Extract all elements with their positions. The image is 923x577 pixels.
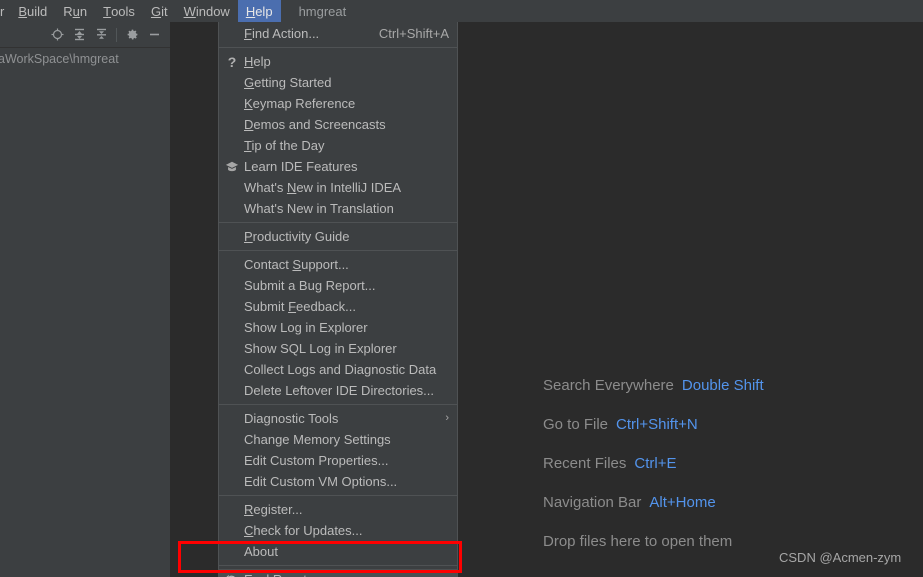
menu-item-show-sql-log-in-explorer[interactable]: Show SQL Log in Explorer <box>219 338 457 359</box>
menu-item-label: Edit Custom Properties... <box>244 453 389 468</box>
menu-item-label: Find Action... <box>244 26 320 41</box>
menu-item-change-memory-settings[interactable]: Change Memory Settings <box>219 429 457 450</box>
menu-item-label: What's New in IntelliJ IDEA <box>244 180 402 195</box>
menubar-item-tools[interactable]: Tools <box>95 0 143 22</box>
menubar-item-build[interactable]: Build <box>10 0 55 22</box>
locate-icon[interactable] <box>47 25 67 45</box>
menu-item-collect-logs-and-diagnostic-data[interactable]: Collect Logs and Diagnostic Data <box>219 359 457 380</box>
menu-item-label: Collect Logs and Diagnostic Data <box>244 362 437 377</box>
menu-item-label: Submit Feedback... <box>244 299 357 314</box>
hide-icon[interactable] <box>144 25 164 45</box>
menu-separator <box>219 222 457 223</box>
menu-item-what-s-new-in-intellij-idea[interactable]: What's New in IntelliJ IDEA <box>219 177 457 198</box>
menu-item-about[interactable]: About <box>219 541 457 562</box>
menu-item-label: Show Log in Explorer <box>244 320 368 335</box>
menu-item-label: What's New in Translation <box>244 201 394 216</box>
menu-separator <box>219 495 457 496</box>
project-name-label: hmgreat <box>298 3 347 19</box>
menu-separator <box>219 565 457 566</box>
hint-label: Drop files here to open them <box>543 533 733 550</box>
menubar-item-help[interactable]: Help <box>237 0 281 22</box>
menu-item-label: Show SQL Log in Explorer <box>244 341 397 356</box>
project-tool-window: aWorkSpace\hmgreat <box>0 22 170 577</box>
menu-item-find-action[interactable]: Find Action... Ctrl+Shift+A <box>219 23 457 44</box>
menu-item-learn-ide-features[interactable]: Learn IDE Features <box>219 156 457 177</box>
menu-item-keymap-reference[interactable]: Keymap Reference <box>219 93 457 114</box>
hint-label: Go to File <box>543 416 609 433</box>
question-mark-icon: ? <box>227 53 237 70</box>
hint-shortcut: Alt+Home <box>649 494 716 511</box>
shortcut-hints-panel: Search Everywhere Double Shift Go to File C… <box>543 366 923 561</box>
project-path-label: aWorkSpace\hmgreat <box>0 52 119 66</box>
hint-label: Recent Files <box>543 455 627 472</box>
menu-item-label: Submit a Bug Report... <box>244 278 376 293</box>
hint-label: Navigation Bar <box>543 494 642 511</box>
hint-shortcut: Double Shift <box>681 377 764 394</box>
menu-item-register[interactable]: Register... <box>219 499 457 520</box>
menubar-item-window[interactable]: Window <box>176 0 238 22</box>
reset-arrow-icon <box>224 569 240 577</box>
menu-item-demos-and-screencasts[interactable]: Demos and Screencasts <box>219 114 457 135</box>
help-dropdown-menu: Find Action... Ctrl+Shift+A? Help Getting S… <box>218 22 458 577</box>
toolbar-divider <box>116 27 117 42</box>
gear-icon[interactable] <box>122 25 142 45</box>
hint-row-recent-files: Recent Files Ctrl+E <box>543 444 923 483</box>
menu-item-submit-feedback[interactable]: Submit Feedback... <box>219 296 457 317</box>
ide-window: aWorkSpace\hmgreat r Build Run Tools Git… <box>0 0 923 577</box>
menu-item-label: Getting Started <box>244 75 332 90</box>
menu-bar: r Build Run Tools Git Window Help hmgrea… <box>0 0 923 22</box>
menu-item-label: Tip of the Day <box>244 138 325 153</box>
hint-shortcut: Ctrl+Shift+N <box>616 416 698 433</box>
hint-row-search-everywhere: Search Everywhere Double Shift <box>543 366 923 405</box>
menu-item-label: Contact Support... <box>244 257 349 272</box>
menu-item-tip-of-the-day[interactable]: Tip of the Day <box>219 135 457 156</box>
menu-item-submit-a-bug-report[interactable]: Submit a Bug Report... <box>219 275 457 296</box>
hint-label: Search Everywhere <box>543 377 674 394</box>
menu-item-label: Productivity Guide <box>244 229 350 244</box>
menu-item-label: Help <box>244 54 271 69</box>
menu-item-label: Delete Leftover IDE Directories... <box>244 383 435 398</box>
menu-item-contact-support[interactable]: Contact Support... <box>219 254 457 275</box>
graduation-cap-icon <box>224 156 240 177</box>
menu-item-label: Change Memory Settings <box>244 432 391 447</box>
watermark-label: CSDN @Acmen-zym <box>779 550 902 565</box>
menu-item-what-s-new-in-translation[interactable]: What's New in Translation <box>219 198 457 219</box>
menu-item-edit-custom-vm-options[interactable]: Edit Custom VM Options... <box>219 471 457 492</box>
menu-item-label: Eval Reset <box>244 572 307 577</box>
hint-row-go-to-file: Go to File Ctrl+Shift+N <box>543 405 923 444</box>
hint-shortcut: Ctrl+E <box>634 455 677 472</box>
menu-item-label: Diagnostic Tools <box>244 411 339 426</box>
menu-item-check-for-updates[interactable]: Check for Updates... <box>219 520 457 541</box>
menu-item-label: Register... <box>244 502 303 517</box>
menu-separator <box>219 250 457 251</box>
menu-item-show-log-in-explorer[interactable]: Show Log in Explorer <box>219 317 457 338</box>
tool-window-toolbar <box>0 22 170 48</box>
menu-item-help[interactable]: ? Help <box>219 51 457 72</box>
menu-separator <box>219 404 457 405</box>
menu-item-delete-leftover-ide-directories[interactable]: Delete Leftover IDE Directories... <box>219 380 457 401</box>
menu-item-label: Demos and Screencasts <box>244 117 386 132</box>
menu-separator <box>219 47 457 48</box>
menubar-item-git[interactable]: Git <box>143 0 176 22</box>
chevron-right-icon: › <box>445 412 449 424</box>
menu-item-label: Check for Updates... <box>244 523 363 538</box>
menu-item-eval-reset[interactable]: Eval Reset <box>219 569 457 577</box>
menubar-item-clipped[interactable]: r <box>0 0 10 22</box>
menu-item-productivity-guide[interactable]: Productivity Guide <box>219 226 457 247</box>
menu-item-label: Keymap Reference <box>244 96 356 111</box>
menu-item-label: Learn IDE Features <box>244 159 358 174</box>
menu-item-edit-custom-properties[interactable]: Edit Custom Properties... <box>219 450 457 471</box>
menu-item-label: Edit Custom VM Options... <box>244 474 398 489</box>
menubar-item-run[interactable]: Run <box>55 0 95 22</box>
menu-item-diagnostic-tools[interactable]: Diagnostic Tools › <box>219 408 457 429</box>
expand-all-icon[interactable] <box>69 25 89 45</box>
collapse-all-icon[interactable] <box>91 25 111 45</box>
hint-row-navigation-bar: Navigation Bar Alt+Home <box>543 483 923 522</box>
menu-item-shortcut: Ctrl+Shift+A <box>378 26 449 41</box>
menu-item-getting-started[interactable]: Getting Started <box>219 72 457 93</box>
menu-item-label: About <box>244 544 278 559</box>
